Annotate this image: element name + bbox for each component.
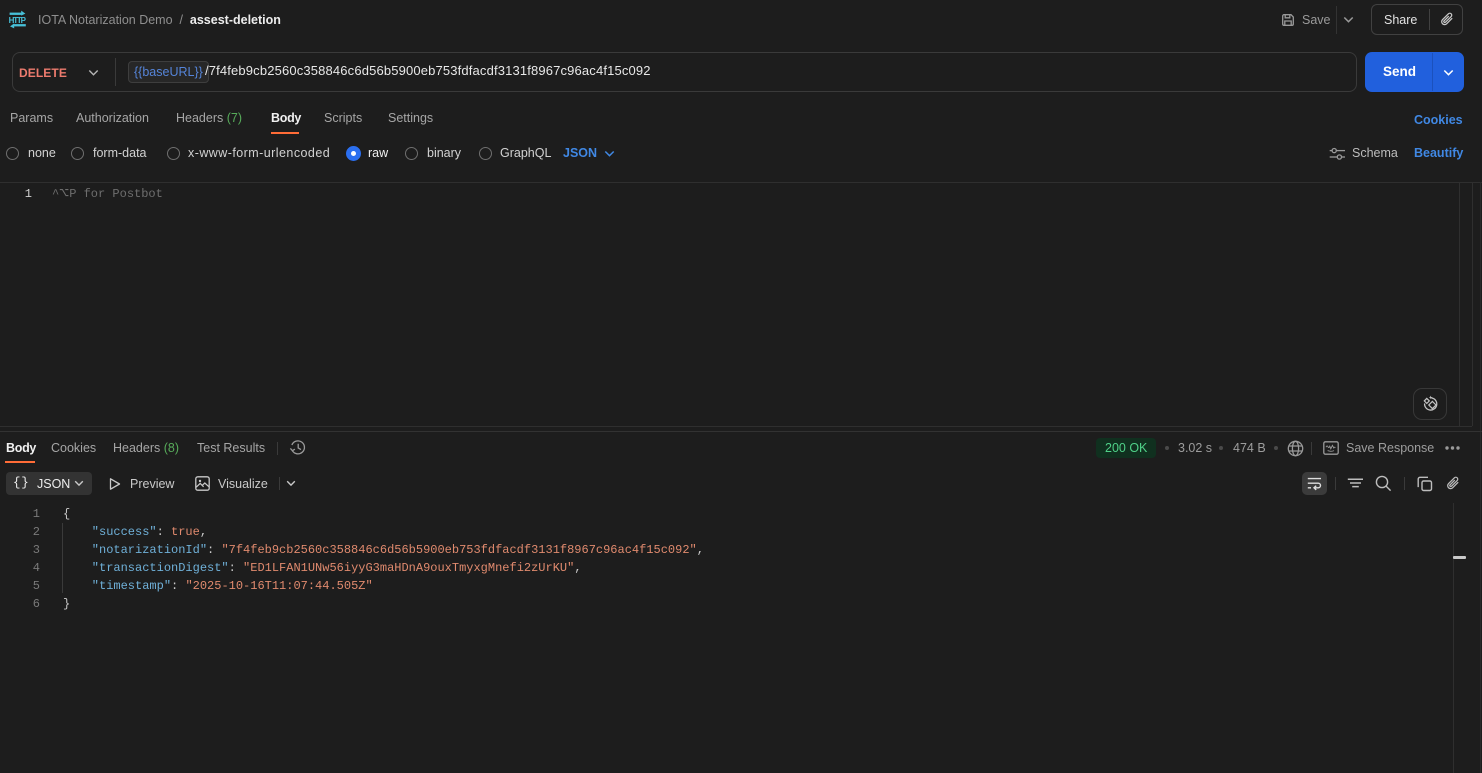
- svg-text:HTTP: HTTP: [9, 16, 27, 25]
